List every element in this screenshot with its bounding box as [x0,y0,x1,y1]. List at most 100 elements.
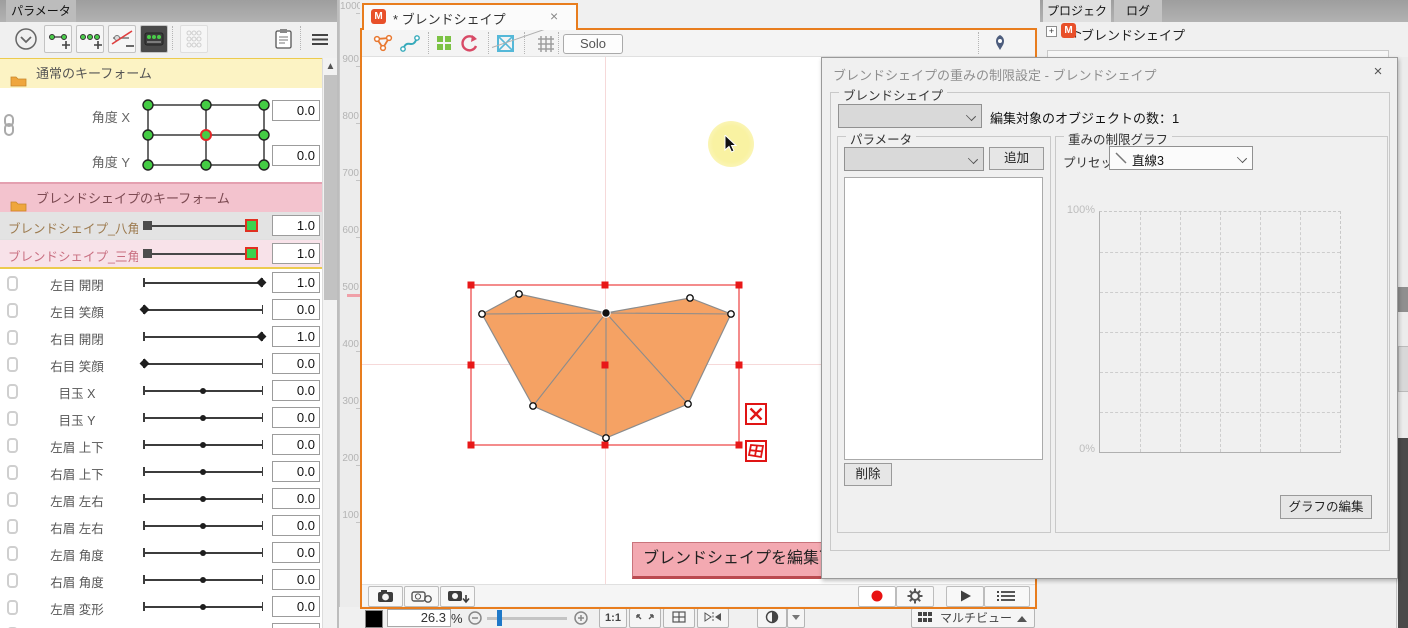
fit-view-button[interactable] [629,608,661,628]
parameter-value[interactable]: 1.0 [272,326,320,347]
section-header-normal-keyform[interactable]: 通常のキーフォーム [0,58,322,89]
close-icon[interactable]: × [1369,63,1387,81]
close-icon[interactable]: × [550,8,558,24]
slider-keyform-handle[interactable] [245,219,258,232]
keyform-grid-widget[interactable] [140,95,272,175]
parameter-slider[interactable] [143,593,263,620]
background-color-swatch[interactable] [365,610,383,628]
parameter-value[interactable]: 0.0 [272,100,320,121]
slider-handle[interactable] [143,249,152,258]
link-icon[interactable] [7,438,18,453]
multiview-button[interactable]: マルチビュー [911,608,1035,628]
parameter-value[interactable]: 1.0 [272,215,320,236]
parameter-value[interactable]: 0.0 [272,380,320,401]
parameter-value[interactable]: 1.0 [272,243,320,264]
parameter-value[interactable]: 0.0 [272,488,320,509]
parameter-slider[interactable] [143,240,263,267]
parameter-slider[interactable] [143,539,263,566]
mesh-vertex[interactable] [516,291,522,297]
slider-handle[interactable] [200,442,206,448]
remove-keyform-icon[interactable] [108,25,136,53]
parameter-select[interactable] [844,147,984,171]
parameter-value[interactable]: 0.0 [272,461,320,482]
selection-handle[interactable] [602,362,609,369]
settings-button[interactable] [896,586,934,607]
parameter-value[interactable]: 0.0 [272,596,320,617]
selection-handle[interactable] [736,442,743,449]
mesh-edit-icon[interactable] [372,33,394,53]
path-edit-icon[interactable] [399,33,421,53]
scroll-up-icon[interactable]: ▲ [325,60,336,73]
playlist-button[interactable] [984,586,1030,607]
solo-button[interactable]: Solo [563,34,623,54]
link-chain-icon[interactable] [2,114,16,136]
slider-handle[interactable] [140,359,150,369]
zoom-slider-thumb[interactable] [497,610,502,626]
parameter-value[interactable]: 0.0 [272,145,320,166]
selection-handle[interactable] [602,442,609,449]
slider-handle[interactable] [257,332,267,342]
link-icon[interactable] [7,357,18,372]
slider-handle[interactable] [200,496,206,502]
add-button[interactable]: 追加 [989,147,1044,170]
parameter-slider[interactable] [143,269,263,296]
link-icon[interactable] [7,411,18,426]
parameter-value[interactable] [272,623,320,628]
snapshot-button[interactable] [368,586,403,607]
link-icon[interactable] [7,519,18,534]
parameter-value[interactable]: 0.0 [272,299,320,320]
tree-expand-icon[interactable]: + [1046,26,1057,37]
pen-icon[interactable] [990,33,1010,53]
slider-handle[interactable] [200,604,206,610]
link-icon[interactable] [7,330,18,345]
section-header-blendshape-keyform[interactable]: ブレンドシェイプのキーフォーム [0,182,322,214]
menu-icon[interactable] [306,25,334,53]
parameter-value[interactable]: 0.0 [272,353,320,374]
delete-button[interactable]: 削除 [844,463,892,486]
deformer-grid-button[interactable] [745,440,767,462]
tab-parameters[interactable]: パラメータ [6,0,76,22]
slider-handle[interactable] [200,577,206,583]
slider-handle[interactable] [200,469,206,475]
slider-handle[interactable] [200,550,206,556]
link-icon[interactable] [7,600,18,615]
link-icon[interactable] [7,276,18,291]
snapshot-export-button[interactable] [440,586,475,607]
parameter-value[interactable]: 0.0 [272,515,320,536]
mesh-vertex[interactable] [728,311,734,317]
zoom-100-button[interactable]: 1:1 [599,608,627,628]
add-keyform-3-icon[interactable] [76,25,104,53]
mesh-vertex[interactable] [602,309,610,317]
blendshape-select[interactable] [838,104,982,128]
parameter-listbox[interactable] [844,177,1043,460]
link-icon[interactable] [7,303,18,318]
grid-toggle-button[interactable] [663,608,695,628]
selection-handle[interactable] [468,442,475,449]
mesh-vertex[interactable] [530,403,536,409]
flip-view-button[interactable] [697,608,729,628]
preset-select[interactable]: 直線3 [1109,146,1253,170]
slider-keyform-handle[interactable] [245,247,258,260]
parameter-slider[interactable] [143,404,263,431]
zoom-slider[interactable] [487,617,567,620]
parameter-slider[interactable] [143,620,263,628]
selection-handle[interactable] [602,282,609,289]
parameter-value[interactable]: 0.0 [272,542,320,563]
mesh-vertex[interactable] [603,435,609,441]
add-keyform-2-icon[interactable] [44,25,72,53]
tab-log[interactable]: ログ [1114,0,1162,22]
blend-display-toggle[interactable] [757,608,787,628]
parameter-slider[interactable] [143,350,263,377]
edit-graph-button[interactable]: グラフの編集 [1280,495,1372,519]
scrollbar-thumb[interactable] [324,75,337,300]
parameter-value[interactable]: 0.0 [272,434,320,455]
mesh-vertex[interactable] [479,311,485,317]
keyform-panel-icon[interactable] [140,25,168,53]
parameter-slider[interactable] [143,458,263,485]
slider-handle[interactable] [200,388,206,394]
tree-item-blendshape[interactable]: ブレンドシェイプ [1081,25,1185,44]
slider-handle[interactable] [200,523,206,529]
link-icon[interactable] [7,573,18,588]
snapshot-settings-button[interactable] [404,586,439,607]
selection-handle[interactable] [736,362,743,369]
